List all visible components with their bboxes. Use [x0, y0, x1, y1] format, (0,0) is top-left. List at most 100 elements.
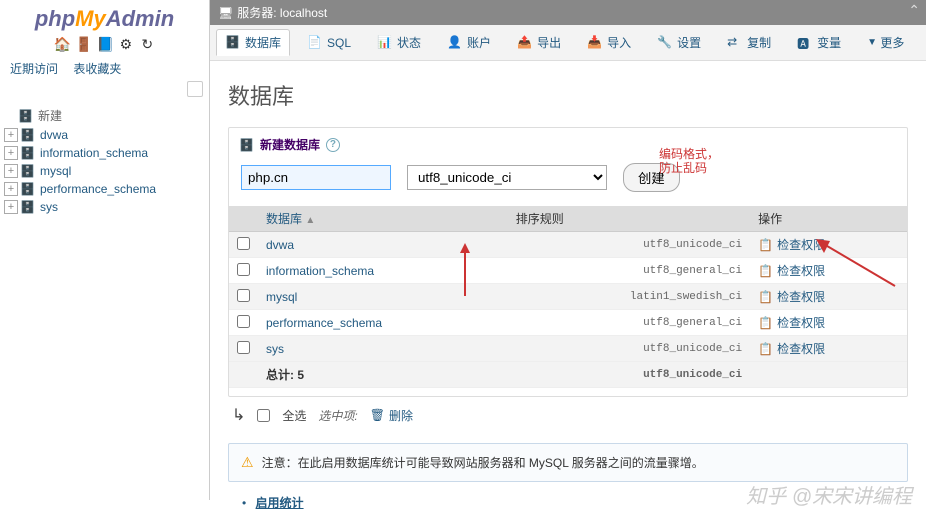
- reload-icon[interactable]: ↻: [139, 36, 155, 52]
- sort-asc-icon: ▲: [305, 215, 315, 226]
- action-label: 检查权限: [777, 288, 825, 305]
- db-icon: 🗄️: [20, 200, 36, 214]
- settings-icon[interactable]: ⚙: [118, 36, 134, 52]
- db-link[interactable]: information_schema: [266, 264, 374, 278]
- tree-label: mysql: [40, 164, 71, 178]
- action-label: 检查权限: [777, 340, 825, 357]
- tab-variables[interactable]: 🅰变量: [788, 29, 850, 56]
- privileges-icon: 📋: [758, 264, 773, 278]
- expand-icon[interactable]: +: [4, 182, 18, 196]
- tab-sql[interactable]: 📄SQL: [298, 30, 360, 56]
- check-privileges-link[interactable]: 📋检查权限: [758, 314, 899, 331]
- db-tree: 🗄️ 新建 + 🗄️ dvwa + 🗄️ information_schema …: [0, 99, 209, 222]
- logo[interactable]: phpMyAdmin: [0, 0, 209, 34]
- row-checkbox[interactable]: [237, 315, 250, 328]
- check-privileges-link[interactable]: 📋 检查权限: [758, 288, 899, 305]
- db-link[interactable]: performance_schema: [266, 316, 382, 330]
- table-row: mysqllatin1_swedish_ci📋检查权限: [229, 284, 907, 310]
- tab-replication[interactable]: ⇄复制: [718, 29, 780, 56]
- th-database[interactable]: 数据库 ▲: [258, 206, 508, 232]
- tab-label: 变量: [817, 34, 841, 51]
- notice-box: ⚠ 注意：在此启用数据库统计可能导致网站服务器和 MySQL 服务器之间的流量骤…: [228, 443, 908, 482]
- tree-new-label: 新建: [38, 107, 62, 124]
- db-table: 数据库 ▲ 排序规则 操作 dvwautf8_unicode_ci📋检查权限in…: [229, 206, 907, 388]
- new-db-icon: 🗄️: [239, 138, 254, 152]
- db-icon: 🗄️: [225, 35, 241, 51]
- delete-label: 删除: [389, 407, 413, 424]
- tab-import[interactable]: 📥导入: [578, 29, 640, 56]
- page-title: 数据库: [228, 79, 908, 111]
- bulk-actions: ↳ 全选 选中项: 🗑 删除: [228, 397, 908, 433]
- tree-label: dvwa: [40, 128, 68, 142]
- tree-item-information-schema[interactable]: + 🗄️ information_schema: [4, 144, 205, 162]
- tree-item-sys[interactable]: + 🗄️ sys: [4, 198, 205, 216]
- users-icon: 👤: [447, 35, 463, 51]
- check-all-checkbox[interactable]: [257, 409, 270, 422]
- filter-icon[interactable]: [187, 81, 203, 97]
- tab-accounts[interactable]: 👤账户: [438, 29, 500, 56]
- row-collation: utf8_general_ci: [508, 258, 750, 284]
- new-db-icon: 🗄️: [18, 109, 34, 123]
- tab-status[interactable]: 📊状态: [368, 29, 430, 56]
- collation-select[interactable]: utf8_unicode_ci: [407, 165, 607, 190]
- recent-tab[interactable]: 近期访问: [4, 59, 64, 79]
- bulk-arrow-icon: ↳: [232, 405, 245, 425]
- variables-icon: 🅰: [797, 35, 813, 51]
- create-db-fieldset: 🗄️ 新建数据库 ? 编码格式， 防止乱码 utf8_unicode_ci 创建: [228, 127, 908, 397]
- action-label: 检查权限: [777, 314, 825, 331]
- tab-label: 设置: [677, 34, 701, 51]
- logout-icon[interactable]: 🚪: [75, 36, 91, 52]
- tab-label: 数据库: [245, 34, 281, 51]
- tree-item-mysql[interactable]: + 🗄️ mysql: [4, 162, 205, 180]
- home-icon[interactable]: 🏠: [54, 36, 70, 52]
- th-collation[interactable]: 排序规则: [508, 206, 750, 232]
- db-icon: 🗄️: [20, 164, 36, 178]
- chevron-down-icon: ▼: [867, 37, 877, 48]
- tree-item-performance-schema[interactable]: + 🗄️ performance_schema: [4, 180, 205, 198]
- tree-item-dvwa[interactable]: + 🗄️ dvwa: [4, 126, 205, 144]
- bulk-delete-link[interactable]: 🗑 删除: [370, 407, 413, 424]
- action-label: 检查权限: [777, 262, 825, 279]
- enable-stats-link[interactable]: 启用统计: [256, 496, 304, 510]
- import-icon: 📥: [587, 35, 603, 51]
- toolbar-icons: 🏠 🚪 📘 ⚙ ↻: [0, 34, 209, 58]
- privileges-icon: 📋: [758, 290, 773, 304]
- warning-icon: ⚠: [241, 454, 254, 471]
- row-checkbox[interactable]: [237, 263, 250, 276]
- favorites-tab[interactable]: 表收藏夹: [67, 59, 127, 79]
- help-icon[interactable]: ?: [326, 138, 340, 152]
- tab-label: 复制: [747, 34, 771, 51]
- docs-icon[interactable]: 📘: [97, 36, 113, 52]
- check-privileges-link[interactable]: 📋 检查权限: [758, 262, 899, 279]
- tree-new-db[interactable]: 🗄️ 新建: [4, 105, 205, 126]
- tab-label: SQL: [327, 36, 351, 50]
- tab-export[interactable]: 📤导出: [508, 29, 570, 56]
- expand-icon[interactable]: +: [4, 128, 18, 142]
- expand-icon[interactable]: +: [4, 200, 18, 214]
- tab-more[interactable]: ▼ 更多: [858, 29, 913, 56]
- row-checkbox[interactable]: [237, 289, 250, 302]
- tab-label: 状态: [397, 34, 421, 51]
- export-icon: 📤: [517, 35, 533, 51]
- wrench-icon: 🔧: [657, 35, 673, 51]
- collapse-icon[interactable]: ⌃: [908, 2, 920, 19]
- row-checkbox[interactable]: [237, 341, 250, 354]
- content: 🖥 服务器: localhost ⌃ 🗄️数据库 📄SQL 📊状态 👤账户 📤导…: [210, 0, 926, 500]
- db-name-input[interactable]: [241, 165, 391, 190]
- check-privileges-link[interactable]: 📋检查权限: [758, 340, 899, 357]
- tab-label: 导入: [607, 34, 631, 51]
- topbar: 🖥 服务器: localhost ⌃: [210, 0, 926, 25]
- expand-icon[interactable]: +: [4, 164, 18, 178]
- row-checkbox[interactable]: [237, 237, 250, 250]
- db-link[interactable]: mysql: [266, 290, 297, 304]
- check-privileges-link[interactable]: 📋检查权限: [758, 236, 899, 253]
- annotation-text: 编码格式， 防止乱码: [659, 147, 719, 176]
- db-link[interactable]: dvwa: [266, 238, 294, 252]
- db-link[interactable]: sys: [266, 342, 284, 356]
- tab-settings[interactable]: 🔧设置: [648, 29, 710, 56]
- notice-text: 注意：在此启用数据库统计可能导致网站服务器和 MySQL 服务器之间的流量骤增。: [262, 454, 704, 471]
- expand-icon[interactable]: +: [4, 146, 18, 160]
- tab-databases[interactable]: 🗄️数据库: [216, 29, 290, 56]
- logo-my: My: [75, 6, 106, 31]
- status-icon: 📊: [377, 35, 393, 51]
